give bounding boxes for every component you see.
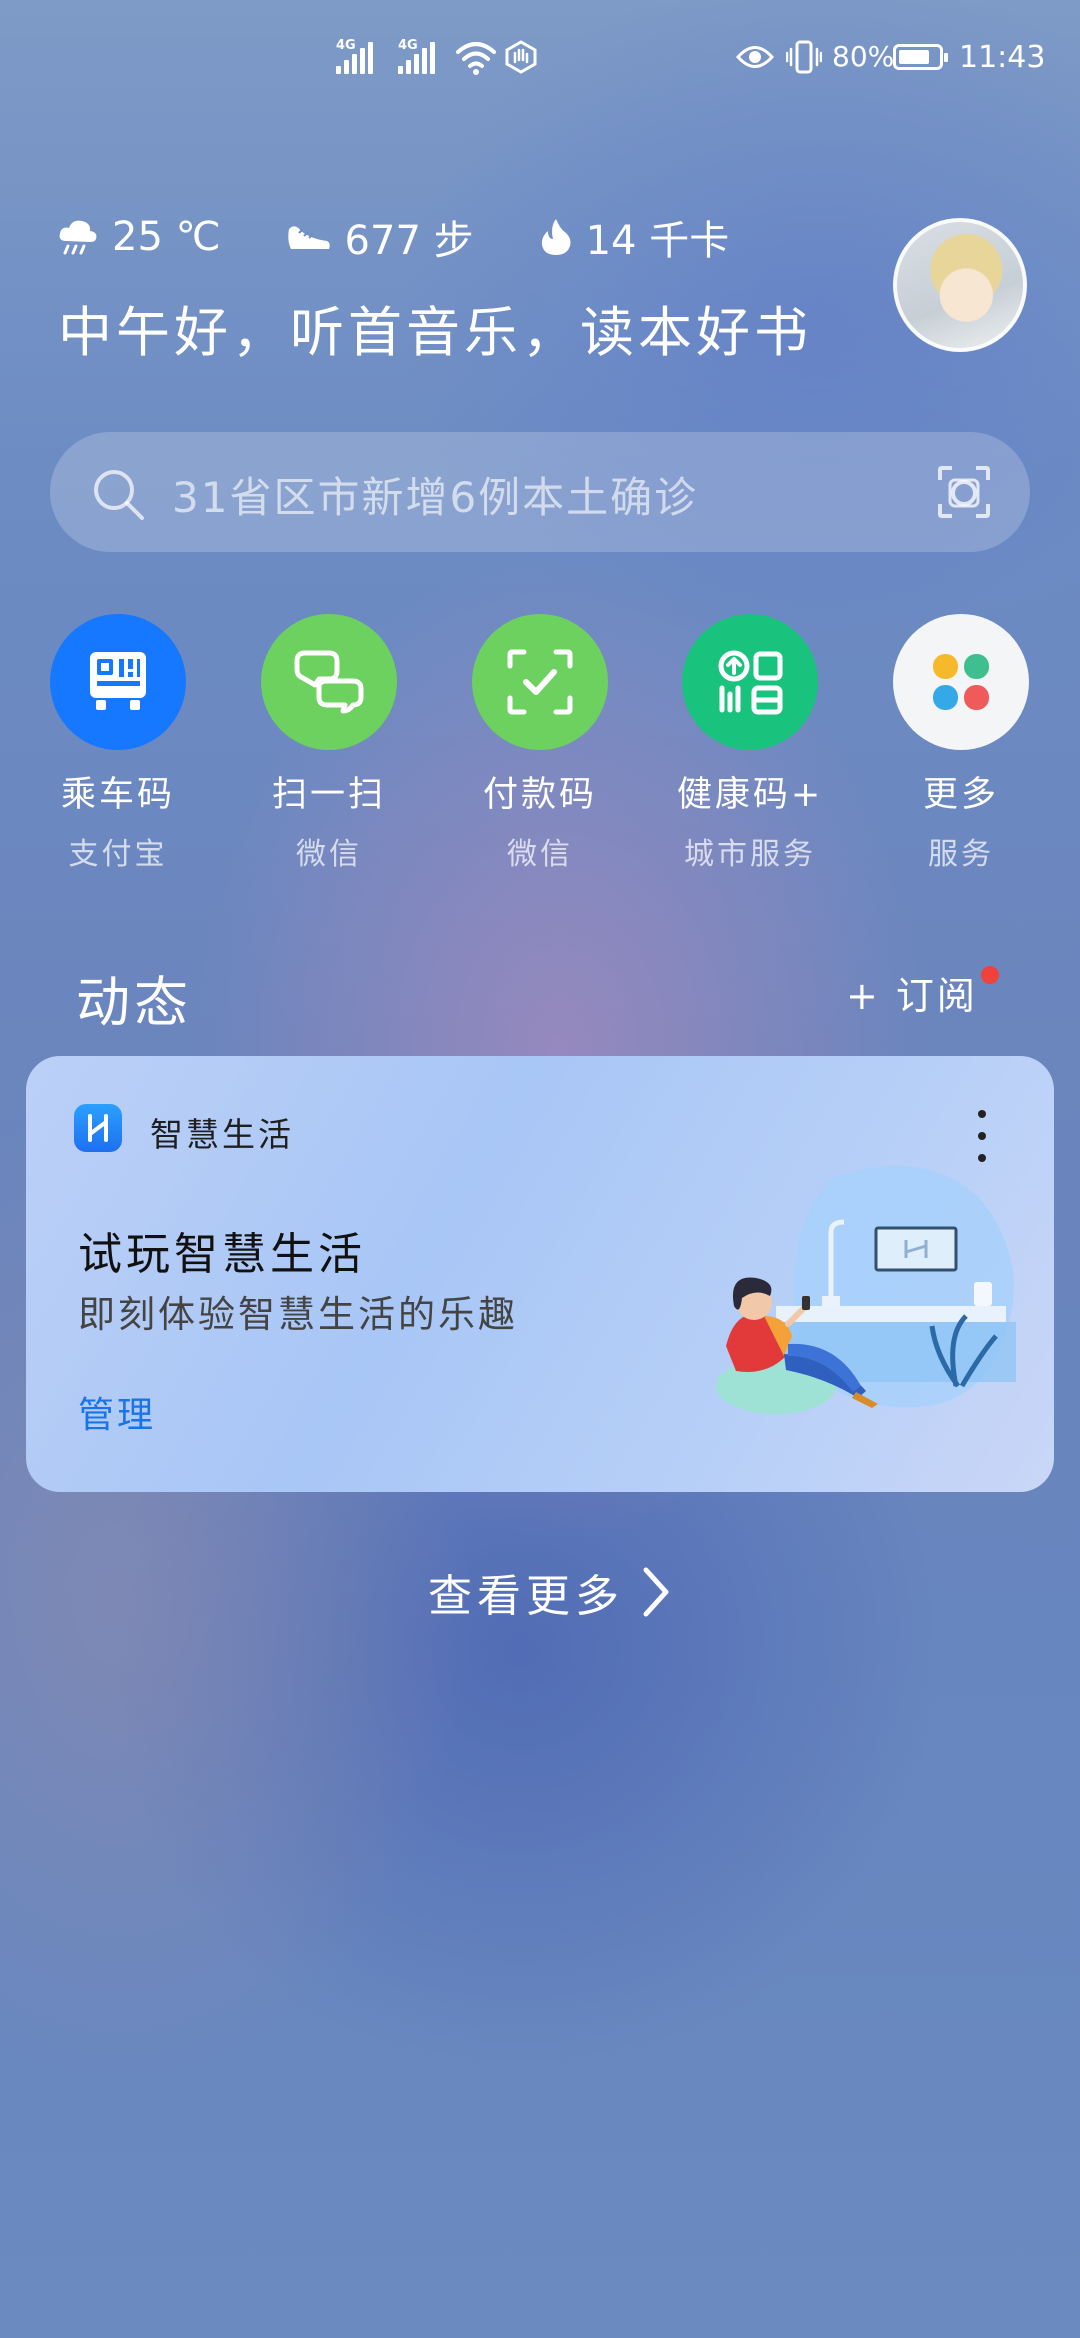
quick-app-payment-code[interactable]: 付款码 微信 — [465, 614, 615, 873]
network-type-label: 4G — [336, 38, 356, 53]
weather-widget[interactable]: 25 ℃ — [56, 214, 221, 260]
health-code-icon — [682, 614, 818, 750]
eye-comfort-icon — [736, 46, 774, 68]
relaxing-person-illustration — [716, 1166, 1016, 1414]
smart-life-logo-icon — [74, 1104, 122, 1152]
scan-icon — [261, 614, 397, 750]
card-app-name: 智慧生活 — [150, 1115, 294, 1154]
shoe-icon — [287, 226, 330, 249]
quick-app-provider: 微信 — [507, 837, 573, 872]
quick-app-scan[interactable]: 扫一扫 微信 — [254, 614, 404, 873]
notification-dot — [981, 966, 999, 984]
quick-app-provider: 微信 — [296, 837, 362, 872]
subscribe-button[interactable]: + 订阅 — [846, 965, 978, 1020]
flame-icon — [541, 219, 571, 255]
feed-title: 动态 — [76, 971, 192, 1034]
weather-rain-icon — [59, 220, 97, 255]
quick-app-provider: 服务 — [928, 837, 994, 872]
quick-app-bus-code[interactable]: 乘车码 支付宝 — [43, 614, 193, 873]
more-apps-icon — [893, 614, 1029, 750]
vibrate-icon — [786, 40, 822, 74]
quick-app-health-code[interactable]: 健康码+ 城市服务 — [675, 614, 825, 873]
steps-widget[interactable]: 677 步 — [285, 208, 474, 266]
quick-app-provider: 支付宝 — [68, 837, 168, 872]
network-type-label-2: 4G — [398, 38, 418, 53]
chevron-right-icon — [643, 1567, 669, 1617]
clock: 11:43 — [959, 40, 1046, 75]
battery-icon — [893, 44, 948, 70]
quick-app-label: 健康码+ — [676, 775, 824, 815]
avatar[interactable] — [893, 218, 1027, 352]
card-title: 试玩智慧生活 — [78, 1229, 366, 1280]
quick-app-label: 乘车码 — [60, 775, 175, 815]
search-bar[interactable]: 31省区市新增6例本土确诊 — [50, 432, 1030, 552]
see-more-label: 查看更多 — [428, 1571, 624, 1622]
card-description: 即刻体验智慧生活的乐趣 — [78, 1293, 518, 1336]
hand-gesture-icon — [505, 40, 537, 74]
steps-text: 677 步 — [344, 218, 474, 264]
quick-app-label: 扫一扫 — [271, 775, 386, 815]
status-bar: 4G 4G 80% 11:43 — [0, 36, 1080, 86]
quick-app-label: 付款码 — [482, 775, 597, 815]
cellular-signal-icon-2: 4G — [398, 38, 435, 74]
calories-text: 14 千卡 — [585, 218, 730, 264]
greeting-text: 中午好，听首音乐，读本好书 — [58, 301, 812, 364]
search-icon — [94, 470, 144, 520]
payment-code-icon — [472, 614, 608, 750]
cellular-signal-icon: 4G — [336, 38, 373, 74]
search-placeholder: 31省区市新增6例本土确诊 — [172, 473, 699, 522]
see-more-button[interactable]: 查看更多 — [428, 1560, 674, 1624]
weather-text: 25 ℃ — [112, 214, 221, 260]
quick-app-label: 更多 — [922, 775, 999, 815]
battery-percent: 80% — [832, 40, 895, 73]
quick-app-provider: 城市服务 — [684, 837, 816, 872]
calories-widget[interactable]: 14 千卡 — [538, 208, 730, 266]
smart-life-card[interactable]: 智慧生活 试玩智慧生活 即刻体验智慧生活的乐趣 管理 — [26, 1056, 1054, 1492]
wifi-icon — [456, 42, 496, 75]
camera-scan-icon[interactable] — [936, 464, 992, 520]
quick-app-more[interactable]: 更多 服务 — [886, 614, 1036, 873]
battery-fill — [899, 50, 929, 64]
manage-link[interactable]: 管理 — [78, 1386, 156, 1438]
bus-code-icon — [50, 614, 186, 750]
info-row: 25 ℃ 677 步 14 千卡 — [56, 208, 793, 266]
